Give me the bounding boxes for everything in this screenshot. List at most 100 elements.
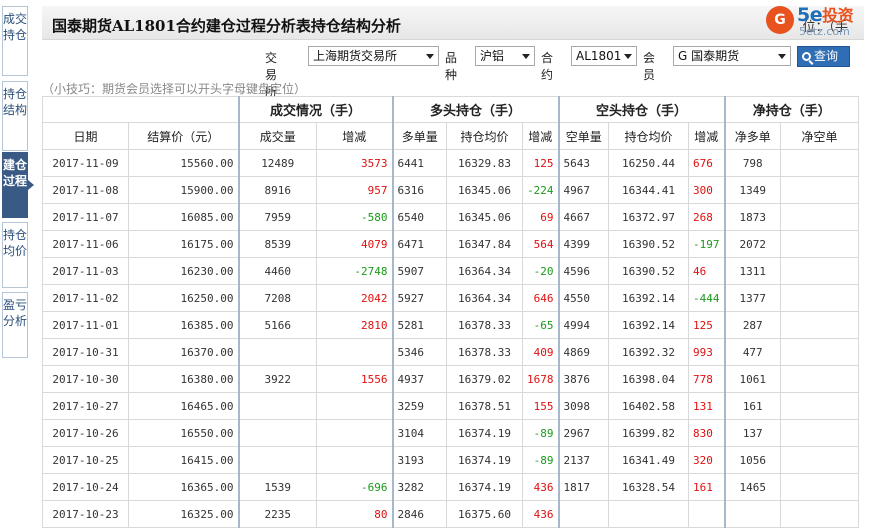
cell-vol-chg: -2748 [316,257,393,285]
cell-net-short [780,473,859,501]
col-header[interactable]: 多单量 [391,122,447,150]
cell-short-avg: 16392.32 [608,338,689,366]
active-arrow-icon [28,180,34,190]
cell-date: 2017-10-25 [42,446,129,474]
col-header[interactable]: 增减 [688,122,725,150]
col-header[interactable]: 结算价（元） [128,122,239,150]
cell-short-avg: 16399.82 [608,419,689,447]
col-header[interactable]: 成交量 [237,122,317,150]
cell-vol-chg: 80 [316,500,393,528]
cell-vol-chg [316,338,393,366]
table-row: 2017-11-06 16175.00 8539 4079 6471 16347.84 56… [42,230,859,258]
cell-settle: 16370.00 [128,338,239,366]
cell-short-chg: 268 [688,203,725,231]
cell-long-avg: 16364.34 [446,257,523,285]
cell-settle: 15900.00 [128,176,239,204]
cell-net-short [780,446,859,474]
col-header[interactable]: 增减 [522,122,559,150]
query-button[interactable]: 查询 [797,46,850,67]
cell-long-avg: 16347.84 [446,230,523,258]
cell-long: 3193 [391,446,447,474]
cell-long: 5281 [391,311,447,339]
cell-settle: 15560.00 [128,149,239,177]
table-row: 2017-10-30 16380.00 3922 1556 4937 16379.02 16… [42,365,859,393]
cell-short: 4994 [557,311,609,339]
logo-g-icon: G [766,6,794,34]
cell-net-short [780,500,859,528]
side-tab-pnl-analysis[interactable]: 盈亏分析 [2,292,28,358]
member-select[interactable]: G 国泰期货 [673,46,791,66]
cell-short-avg: 16392.14 [608,284,689,312]
contract-select-value: AL1801 [576,49,622,63]
variety-select[interactable]: 沪铝 [475,46,535,66]
cell-net-short [780,149,859,177]
cell-short-chg: -444 [688,284,725,312]
cell-short-avg: 16250.44 [608,149,689,177]
cell-short-chg: 300 [688,176,725,204]
cell-date: 2017-11-02 [42,284,129,312]
cell-net-short [780,419,859,447]
chevron-down-icon [624,54,632,59]
table-row: 2017-10-23 16325.00 2235 80 2846 16375.60 436 [42,500,859,528]
cell-settle: 16365.00 [128,473,239,501]
cell-short-avg: 16341.49 [608,446,689,474]
cell-settle: 16415.00 [128,446,239,474]
col-header[interactable]: 持仓均价 [608,122,689,150]
cell-date: 2017-11-07 [42,203,129,231]
side-tab-avg-price[interactable]: 持仓均价 [2,222,28,288]
cell-short-chg: 676 [688,149,725,177]
cell-long-avg: 16329.83 [446,149,523,177]
cell-short: 5643 [557,149,609,177]
page-title: 国泰期货AL1801合约建仓过程分析表持仓结构分析 [52,17,401,35]
cell-short: 4869 [557,338,609,366]
cell-short: 2967 [557,419,609,447]
cell-long: 3259 [391,392,447,420]
col-header[interactable]: 日期 [42,122,129,150]
table-row: 2017-11-03 16230.00 4460 -2748 5907 16364.34-… [42,257,859,285]
table-row: 2017-11-01 16385.00 5166 2810 5281 16378.33 -6… [42,311,859,339]
exchange-select-value: 上海期货交易所 [313,49,398,63]
title-bar: 国泰期货AL1801合约建仓过程分析表持仓结构分析 位：（手 [42,6,864,40]
cell-long-chg: -20 [522,257,559,285]
group-header-blank [42,96,239,123]
cell-long-chg: 1678 [522,365,559,393]
logo-sub: 5etz.com [799,25,850,38]
cell-short: 4596 [557,257,609,285]
cell-long: 5346 [391,338,447,366]
cell-vol-chg: 1556 [316,365,393,393]
cell-short-avg: 16392.14 [608,311,689,339]
col-header[interactable]: 空单量 [557,122,609,150]
cell-vol-chg: -696 [316,473,393,501]
cell-vol-chg: 957 [316,176,393,204]
query-button-label: 查询 [814,49,839,63]
side-tab-label: 成交持仓 [3,12,28,42]
cell-net-long: 287 [723,311,781,339]
exchange-select[interactable]: 上海期货交易所 [308,46,439,66]
side-tab-build-process[interactable]: 建仓过程 [2,152,34,218]
cell-short-avg: 16372.97 [608,203,689,231]
col-header[interactable]: 持仓均价 [446,122,523,150]
side-tab-label: 持仓均价 [3,228,28,258]
cell-net-short [780,257,859,285]
cell-long: 5907 [391,257,447,285]
site-logo[interactable]: G 5e投资 5etz.com [766,2,868,40]
cell-short: 4399 [557,230,609,258]
cell-short [557,500,609,528]
cell-vol-chg: 3573 [316,149,393,177]
side-tab-trade-position[interactable]: 成交持仓 [2,6,28,76]
member-label: 会员 [643,51,656,82]
cell-short-chg: -197 [688,230,725,258]
cell-short-avg: 16402.58 [608,392,689,420]
side-tab-position-structure[interactable]: 持仓结构 [2,81,28,151]
cell-long: 6316 [391,176,447,204]
contract-select[interactable]: AL1801 [571,46,637,66]
col-header[interactable]: 净多单 [723,122,781,150]
cell-long-avg: 16374.19 [446,419,523,447]
cell-short-chg: 778 [688,365,725,393]
cell-short-chg: 46 [688,257,725,285]
cell-long-avg: 16345.06 [446,176,523,204]
table-body: 2017-11-09 15560.00 12489 3573 6441 16329.83 1… [42,149,859,528]
cell-short-chg: 320 [688,446,725,474]
col-header[interactable]: 增减 [316,122,393,150]
col-header[interactable]: 净空单 [780,122,859,150]
